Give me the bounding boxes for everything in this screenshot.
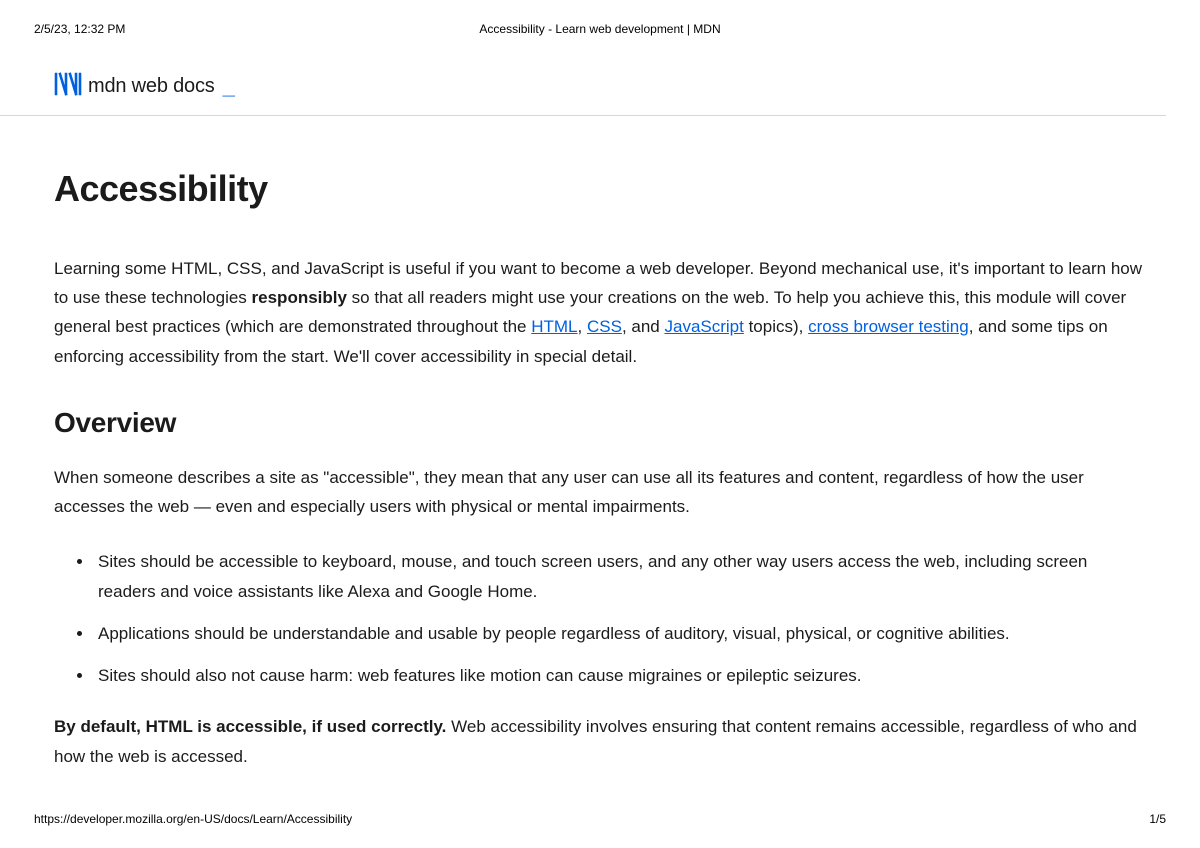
print-timestamp: 2/5/23, 12:32 PM (34, 22, 125, 36)
article-content: Accessibility Learning some HTML, CSS, a… (0, 116, 1200, 771)
page-title: Accessibility (54, 168, 1146, 210)
print-header: 2/5/23, 12:32 PM Accessibility - Learn w… (0, 0, 1200, 36)
list-item: Sites should be accessible to keyboard, … (94, 547, 1146, 605)
print-page-number: 1/5 (1149, 812, 1166, 826)
link-cross-browser-testing[interactable]: cross browser testing (808, 317, 969, 336)
heading-overview: Overview (54, 407, 1146, 439)
overview-paragraph: When someone describes a site as "access… (54, 463, 1146, 521)
link-css[interactable]: CSS (587, 317, 622, 336)
link-html[interactable]: HTML (531, 317, 577, 336)
mdn-logo-icon (54, 72, 82, 101)
overview-list: Sites should be accessible to keyboard, … (54, 547, 1146, 690)
mdn-logo-text: mdn web docs (88, 75, 215, 98)
list-item: Sites should also not cause harm: web fe… (94, 661, 1146, 690)
intro-paragraph: Learning some HTML, CSS, and JavaScript … (54, 254, 1146, 371)
mdn-logo-underscore: _ (223, 74, 235, 100)
logo-bar: mdn web docs _ (0, 36, 1166, 116)
closing-paragraph: By default, HTML is accessible, if used … (54, 712, 1146, 770)
mdn-logo[interactable]: mdn web docs _ (54, 72, 1132, 101)
print-footer-url: https://developer.mozilla.org/en-US/docs… (34, 812, 352, 826)
list-item: Applications should be understandable an… (94, 619, 1146, 648)
print-doc-title: Accessibility - Learn web development | … (479, 22, 720, 36)
intro-bold: responsibly (252, 288, 347, 307)
link-javascript[interactable]: JavaScript (664, 317, 743, 336)
closing-bold: By default, HTML is accessible, if used … (54, 717, 446, 736)
print-footer: https://developer.mozilla.org/en-US/docs… (34, 812, 1166, 826)
